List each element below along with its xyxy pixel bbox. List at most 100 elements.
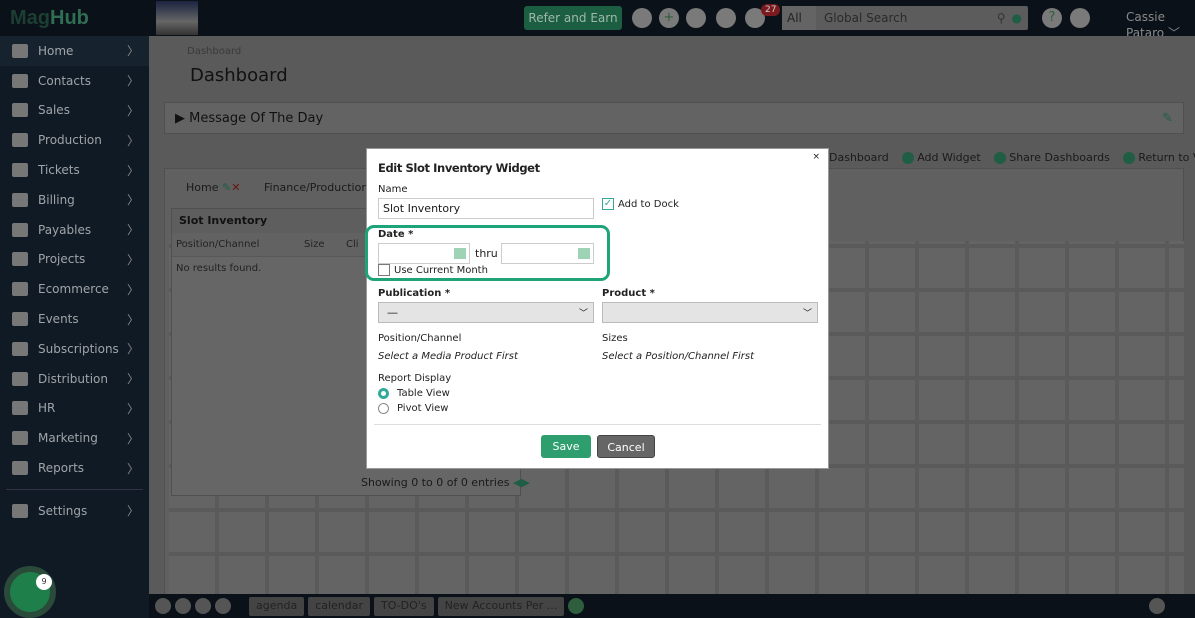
payables-icon [12, 222, 28, 237]
sizes-label: Sizes [602, 333, 628, 344]
sidebar-item-contacts[interactable]: Contacts 〉 [0, 66, 149, 96]
column-header[interactable]: Cli [346, 239, 359, 250]
return-label: Return to View [1138, 151, 1195, 164]
share-label: Share Dashboards [1009, 151, 1110, 164]
sidebar-item-label: Production [38, 133, 102, 148]
publication-select[interactable]: — ﹀ [378, 302, 594, 323]
clock-icon[interactable] [155, 598, 171, 614]
sidebar-item-marketing[interactable]: Marketing 〉 [0, 423, 149, 453]
sidebar-item-hr[interactable]: HR 〉 [0, 394, 149, 424]
global-search[interactable]: All Global Search ⚲ ● [782, 6, 1028, 30]
sidebar-item-reports[interactable]: Reports 〉 [0, 453, 149, 483]
delete-x-icon[interactable]: ✕ [231, 181, 240, 194]
share-dashboards-button[interactable]: Share Dashboards [994, 151, 1110, 164]
tab-finance-production[interactable]: Finance/Production [264, 181, 368, 194]
dock-tab-new-accounts[interactable]: New Accounts Per ... [437, 596, 565, 616]
sidebar-item-sales[interactable]: Sales 〉 [0, 96, 149, 126]
entries-count: Showing 0 to 0 of 0 entries [361, 476, 510, 489]
party-icon[interactable] [215, 598, 231, 614]
tasks-check-button[interactable] [4, 566, 56, 618]
breadcrumb[interactable]: Dashboard [187, 46, 241, 57]
motd-title: Message Of The Day [189, 111, 324, 126]
search-scope-select[interactable]: All [782, 6, 816, 30]
sidebar-item-production[interactable]: Production 〉 [0, 125, 149, 155]
table-view-label: Table View [397, 388, 450, 399]
marketing-icon [12, 431, 28, 446]
sidebar-item-projects[interactable]: Projects 〉 [0, 245, 149, 275]
search-icon[interactable]: ⚲ [997, 11, 1006, 25]
link-icon[interactable] [686, 8, 706, 28]
dock-tab-agenda[interactable]: agenda [249, 596, 305, 616]
logo[interactable]: MagHub [0, 7, 150, 30]
report-display-label: Report Display [378, 373, 452, 384]
chevron-right-icon: 〉 [126, 44, 139, 59]
sidebar-item-tickets[interactable]: Tickets 〉 [0, 155, 149, 185]
party-icon[interactable] [632, 8, 652, 28]
chevron-down-icon: ﹀ [802, 309, 812, 319]
chevron-right-icon: 〉 [126, 223, 139, 238]
sidebar-divider [6, 488, 143, 490]
table-view-radio[interactable] [378, 388, 389, 399]
add-widget-button[interactable]: Add Widget [902, 151, 981, 164]
publication-value: — [387, 306, 398, 319]
close-icon[interactable]: × [812, 152, 820, 162]
divider [374, 424, 821, 425]
sidebar-item-label: HR [38, 401, 56, 416]
sidebar-item-payables[interactable]: Payables 〉 [0, 215, 149, 245]
sidebar-item-ecommerce[interactable]: Ecommerce 〉 [0, 274, 149, 304]
refer-and-earn-button[interactable]: Refer and Earn [524, 6, 622, 30]
name-input[interactable]: Slot Inventory [378, 198, 594, 219]
sidebar-item-billing[interactable]: Billing 〉 [0, 185, 149, 215]
save-button[interactable]: Save [541, 435, 591, 458]
add-to-dock-checkbox[interactable]: ✓ [602, 198, 614, 210]
sidebar-item-settings[interactable]: Settings 〉 [0, 496, 149, 526]
mail-icon[interactable] [175, 598, 191, 614]
edit-pencil-icon[interactable]: ✎ [222, 181, 231, 194]
dock-tab-todos[interactable]: TO-DO's [374, 596, 434, 616]
sidebar-item-distribution[interactable]: Distribution 〉 [0, 364, 149, 394]
edit-pencil-icon[interactable] [568, 598, 585, 614]
clock-icon[interactable] [716, 8, 736, 28]
cancel-button[interactable]: Cancel [597, 435, 655, 458]
column-header[interactable]: Size [304, 239, 346, 250]
sidebar-item-label: Projects [38, 252, 86, 267]
notification-badge: 27 [761, 4, 781, 16]
billing-icon [12, 192, 28, 207]
sizes-hint: Select a Position/Channel First [602, 351, 755, 362]
inbox-icon[interactable] [195, 598, 211, 614]
sidebar-item-subscriptions[interactable]: Subscriptions 〉 [0, 334, 149, 364]
message-of-the-day-panel[interactable]: ▶ Message Of The Day ✎ [164, 102, 1184, 134]
publication-thumbnail[interactable] [156, 1, 198, 35]
help-icon[interactable]: ? [1042, 8, 1062, 28]
edit-pencil-icon[interactable]: ✎ [1162, 111, 1173, 126]
toggle-icon[interactable] [1149, 598, 1165, 614]
chevron-right-icon: 〉 [126, 401, 139, 416]
sidebar-item-label: Payables [38, 222, 92, 237]
add-to-dock-label: Add to Dock [618, 199, 679, 210]
avatar[interactable] [1070, 8, 1090, 28]
events-icon [12, 312, 28, 327]
tab-label: Home [186, 181, 219, 194]
sidebar-item-events[interactable]: Events 〉 [0, 304, 149, 334]
edit-widget-dialog: Edit Slot Inventory Widget × Name Slot I… [366, 148, 829, 469]
sidebar-item-label: Contacts [38, 73, 91, 88]
tab-home[interactable]: Home ✎✕ [186, 181, 240, 194]
return-to-view-button[interactable]: Return to View [1123, 151, 1195, 164]
product-select[interactable]: ﹀ [602, 302, 818, 323]
pivot-view-radio[interactable] [378, 403, 389, 414]
pagination-arrows-icon[interactable]: ◀▶ [513, 476, 530, 489]
search-input[interactable]: Global Search [816, 11, 997, 25]
column-header[interactable]: Position/Channel [176, 239, 304, 250]
sidebar-item-home[interactable]: Home 〉 [0, 36, 149, 66]
chevron-right-icon: 〉 [126, 431, 139, 446]
hr-icon [12, 401, 28, 416]
plus-icon[interactable]: + [659, 8, 679, 28]
microphone-icon[interactable]: ● [1012, 11, 1022, 25]
projects-icon [12, 252, 28, 267]
chevron-right-icon: 〉 [126, 193, 139, 208]
reports-icon [12, 461, 28, 476]
dock-tab-calendar[interactable]: calendar [308, 596, 371, 616]
dashboard-link[interactable]: Dashboard [829, 151, 889, 164]
chevron-right-icon: 〉 [126, 504, 139, 519]
subscriptions-icon [12, 341, 28, 356]
